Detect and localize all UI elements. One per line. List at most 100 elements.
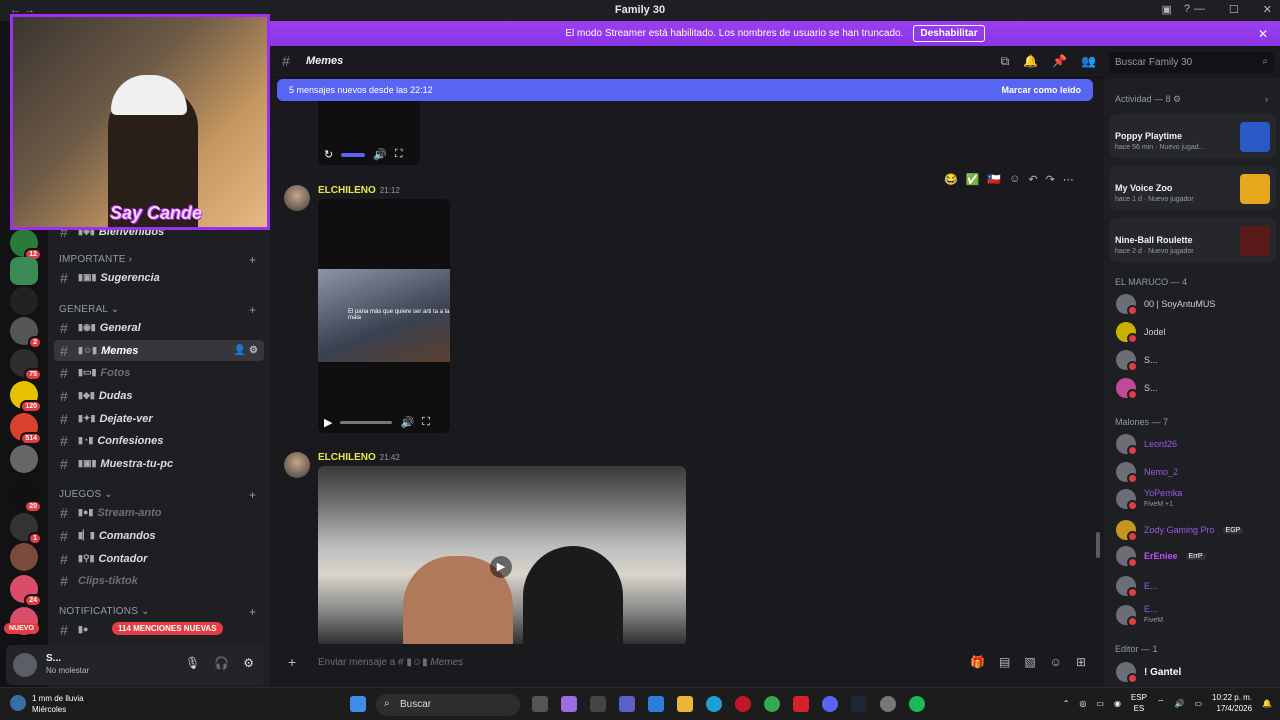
fullscreen-icon[interactable]: ⛶ bbox=[422, 416, 430, 429]
reaction-icon[interactable]: ☺ bbox=[1009, 173, 1020, 186]
members-icon[interactable]: 👥 bbox=[1081, 54, 1096, 69]
banner-close-icon[interactable]: ✕ bbox=[1258, 27, 1268, 41]
message-composer[interactable]: + Enviar mensaje a # ▮☺▮ Memes 🎁 ▤ ▧ ☺ ⊞ bbox=[278, 650, 1094, 676]
server-icon[interactable] bbox=[10, 257, 38, 285]
flag-emoji-icon[interactable]: 🇨🇱 bbox=[987, 173, 1001, 186]
member-item[interactable]: E... FiveM bbox=[1116, 604, 1163, 627]
activity-card[interactable]: Nine-Ball Roulette hace 2 d · Nuevo juga… bbox=[1110, 218, 1276, 262]
gift-icon[interactable]: 🎁 bbox=[970, 655, 985, 669]
edge-icon[interactable] bbox=[706, 696, 722, 712]
bell-icon[interactable]: 🔔 bbox=[1023, 54, 1038, 69]
laugh-emoji-icon[interactable]: 😂 bbox=[944, 173, 958, 186]
tray-app-icon[interactable]: ◉ bbox=[1114, 699, 1121, 708]
server-icon[interactable]: 75 bbox=[10, 349, 42, 381]
member-item[interactable]: E... bbox=[1116, 576, 1158, 598]
attach-icon[interactable]: + bbox=[288, 654, 296, 670]
server-icon[interactable]: 1 bbox=[10, 513, 42, 545]
video-player[interactable]: ▶ bbox=[318, 466, 686, 644]
video-player[interactable]: ↻ 🔊 ⛶ bbox=[318, 101, 420, 165]
channel-confesiones[interactable]: # ▮◔▮ Confesiones bbox=[54, 430, 264, 451]
member-item[interactable]: Jodel bbox=[1116, 322, 1166, 344]
channel-settings-icon[interactable]: 👤 ⚙ bbox=[234, 345, 258, 356]
app-icon[interactable] bbox=[590, 696, 606, 712]
volume-icon[interactable]: 🔊 bbox=[373, 148, 387, 161]
chrome-icon[interactable] bbox=[764, 696, 780, 712]
server-icon[interactable]: 24 bbox=[10, 575, 42, 607]
new-badge[interactable]: NUEVO bbox=[4, 623, 39, 634]
avatar[interactable] bbox=[13, 653, 37, 677]
maximize-button[interactable]: ☐ bbox=[1229, 3, 1239, 16]
replay-icon[interactable]: ↻ bbox=[324, 148, 333, 161]
channel-fotos[interactable]: # ▮▭▮ Fotos bbox=[54, 362, 264, 383]
progress-bar[interactable] bbox=[341, 152, 366, 157]
channel-general[interactable]: # ▮◉▮ General bbox=[54, 317, 264, 338]
gif-icon[interactable]: ▤ bbox=[999, 655, 1010, 669]
check-emoji-icon[interactable]: ✅ bbox=[966, 173, 980, 186]
gear-icon[interactable]: ⚙ bbox=[243, 656, 254, 670]
notifications-icon[interactable]: 🔔 bbox=[1262, 699, 1272, 708]
member-item[interactable]: Zody Gaming Pro EGP bbox=[1116, 520, 1244, 542]
message-author[interactable]: ELCHILENO 21:12 bbox=[318, 185, 400, 196]
headphones-icon[interactable]: 🎧 bbox=[214, 656, 229, 670]
wifi-icon[interactable]: ⌔ bbox=[1157, 698, 1165, 708]
discord-icon[interactable] bbox=[822, 696, 838, 712]
fullscreen-icon[interactable]: ⛶ bbox=[395, 148, 403, 161]
task-view-icon[interactable] bbox=[532, 696, 548, 712]
channel-dejate-ver[interactable]: # ▮✦▮ Dejate-ver bbox=[54, 408, 264, 429]
adobe-icon[interactable] bbox=[793, 696, 809, 712]
channel-memes[interactable]: # ▮☺▮ Memes 👤 ⚙ bbox=[54, 340, 264, 361]
search-input[interactable]: Buscar Family 30 ⌕ bbox=[1109, 52, 1274, 73]
activity-header[interactable]: Actividad — 8 ⚙ › bbox=[1115, 94, 1268, 105]
sticker-icon[interactable]: ▧ bbox=[1024, 655, 1035, 669]
server-icon[interactable]: 514 bbox=[10, 413, 42, 445]
close-window-button[interactable]: ✕ bbox=[1263, 3, 1272, 16]
mark-read-button[interactable]: Marcar como leído bbox=[1001, 85, 1081, 95]
apps-icon[interactable]: ⊞ bbox=[1076, 655, 1086, 669]
pin-icon[interactable]: 📌 bbox=[1052, 54, 1067, 69]
channel-muestra-tu-pc[interactable]: # ▮▣▮ Muestra-tu-pc bbox=[54, 453, 264, 474]
channel-stream-anto[interactable]: # ▮●▮ Stream-anto bbox=[54, 502, 264, 523]
server-icon[interactable]: 120 bbox=[10, 381, 42, 413]
server-icon[interactable]: 20 bbox=[10, 481, 42, 513]
volume-icon[interactable]: 🔊 bbox=[1174, 699, 1184, 708]
server-icon[interactable]: 12 bbox=[10, 229, 42, 261]
tray-app-icon[interactable]: ◎ bbox=[1079, 699, 1086, 708]
category-general[interactable]: GENERAL ⌄ + bbox=[59, 303, 256, 317]
microphone-icon[interactable]: 🎙 bbox=[185, 656, 200, 670]
member-item[interactable]: Nemo_2 bbox=[1116, 462, 1178, 484]
message-author[interactable]: ELCHILENO 21:42 bbox=[318, 452, 400, 463]
battery-icon[interactable]: ▭ bbox=[1194, 699, 1202, 708]
language-indicator[interactable]: ESP ES bbox=[1131, 692, 1147, 714]
channel-clips-tiktok[interactable]: # Clips-tiktok bbox=[54, 570, 264, 591]
teams-icon[interactable] bbox=[619, 696, 635, 712]
add-channel-icon[interactable]: + bbox=[249, 488, 256, 502]
scrollbar[interactable] bbox=[1096, 532, 1100, 558]
add-channel-icon[interactable]: + bbox=[249, 605, 256, 619]
member-item[interactable]: 00 | SoyAntuMUS bbox=[1116, 294, 1215, 316]
help-icon[interactable]: ? bbox=[1184, 3, 1190, 16]
volume-icon[interactable]: 🔊 bbox=[400, 416, 414, 429]
activity-card[interactable]: My Voice Zoo hace 1 d · Nuevo jugador bbox=[1110, 166, 1276, 210]
category-juegos[interactable]: JUEGOS ⌄ + bbox=[59, 488, 256, 502]
new-messages-bar[interactable]: 5 mensajes nuevos desde las 22:12 Marcar… bbox=[277, 79, 1093, 101]
reply-icon[interactable]: ↶ bbox=[1028, 173, 1037, 186]
chevron-up-icon[interactable]: ⌃ bbox=[1063, 699, 1070, 708]
file-explorer-icon[interactable] bbox=[677, 696, 693, 712]
video-player[interactable]: El pana más que quiere ser arti ta a la … bbox=[318, 199, 450, 433]
channel-comandos[interactable]: # ▮▏▮ Comandos bbox=[54, 525, 264, 546]
activity-card[interactable]: Poppy Playtime hace 56 min · Nuevo jugad… bbox=[1110, 114, 1276, 158]
member-item[interactable]: S... bbox=[1116, 350, 1158, 372]
add-channel-icon[interactable]: + bbox=[249, 253, 256, 267]
minimize-button[interactable]: — bbox=[1194, 3, 1205, 16]
inbox-icon[interactable]: ▣ bbox=[1161, 3, 1171, 16]
server-icon[interactable] bbox=[10, 287, 38, 315]
play-icon[interactable]: ▶ bbox=[324, 416, 332, 429]
avatar[interactable] bbox=[284, 185, 310, 211]
threads-icon[interactable]: ⧉ bbox=[1001, 54, 1010, 69]
server-icon[interactable] bbox=[10, 445, 38, 473]
channel-sugerencia[interactable]: # ▮▣▮ Sugerencia bbox=[54, 267, 264, 288]
spotify-icon[interactable] bbox=[909, 696, 925, 712]
server-icon[interactable]: 2 bbox=[10, 317, 42, 349]
channel-contador[interactable]: # ▮⚲▮ Contador bbox=[54, 548, 264, 569]
member-item[interactable]: ErEniee ErrP bbox=[1116, 546, 1206, 568]
